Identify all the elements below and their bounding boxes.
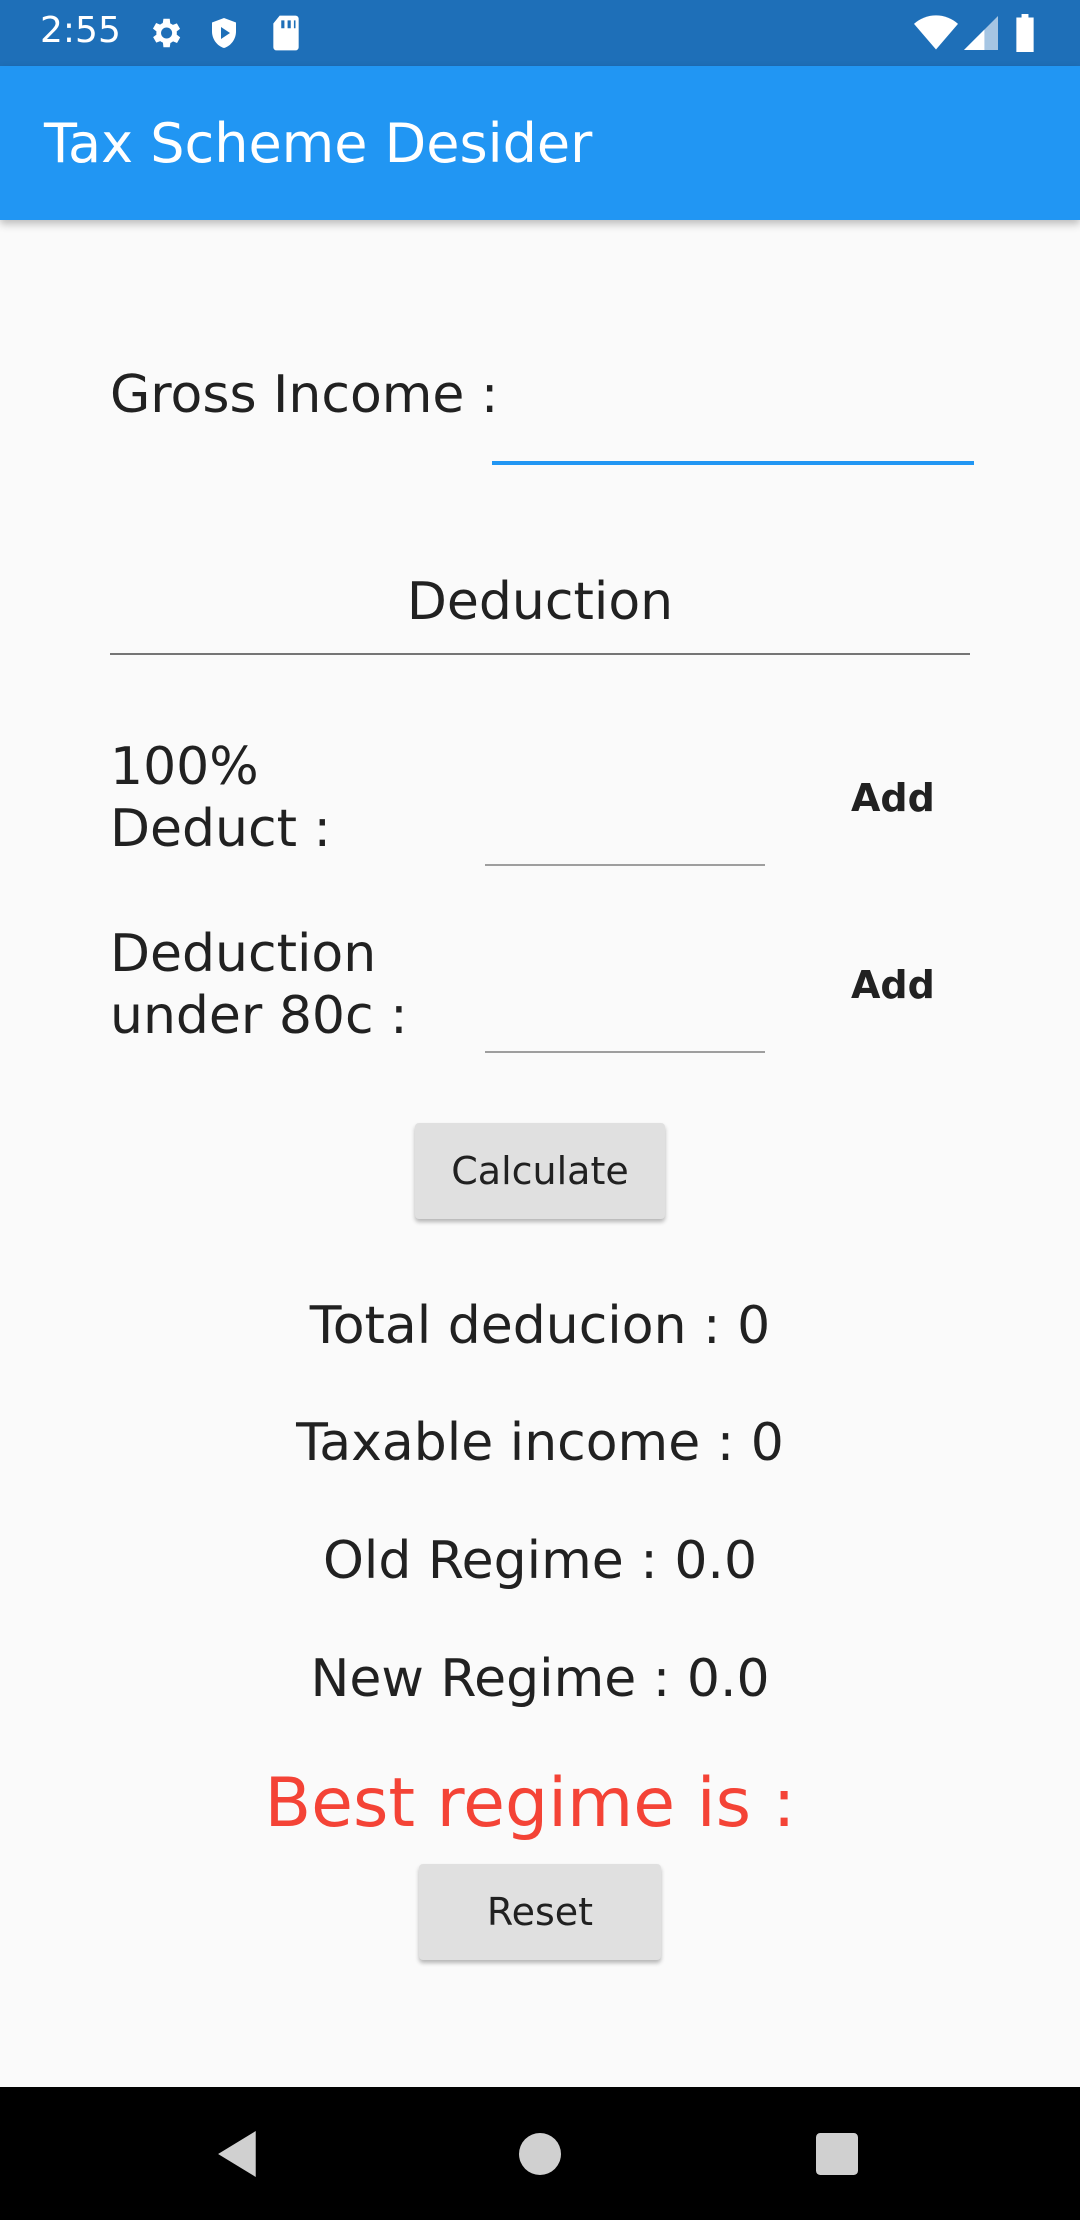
deduct100-input[interactable] (485, 796, 765, 866)
deduct100-label-line2: Deduct : (110, 799, 332, 859)
app-title: Tax Scheme Desider (44, 112, 593, 175)
status-bar: 2:55 (0, 0, 1080, 66)
calculate-button[interactable]: Calculate (415, 1123, 665, 1219)
navigation-bar (0, 2087, 1080, 2220)
status-time: 2:55 (40, 10, 121, 51)
recents-icon[interactable] (816, 2133, 858, 2180)
deduct100-label: 100% Deduct : (110, 736, 331, 860)
deduct100-add-button[interactable]: Add (851, 776, 935, 820)
reset-button[interactable]: Reset (419, 1864, 661, 1960)
app-bar: Tax Scheme Desider (0, 66, 1080, 220)
new-regime-text: New Regime : 0.0 (310, 1649, 770, 1709)
deduct80c-label-line1: Deduction (110, 924, 377, 984)
gear-icon (146, 14, 184, 57)
best-regime-text: Best regime is : (264, 1764, 796, 1843)
deduct80c-label-line2: under 80c : (110, 986, 408, 1046)
battery-icon (1014, 14, 1036, 57)
deduct80c-label: Deduction under 80c : (110, 923, 408, 1047)
back-icon[interactable] (218, 2131, 260, 2182)
gross-income-input[interactable] (492, 375, 974, 465)
deduction-divider (110, 653, 970, 655)
signal-icon (964, 14, 998, 57)
home-icon[interactable] (519, 2133, 561, 2180)
old-regime-text: Old Regime : 0.0 (322, 1531, 758, 1591)
deduct80c-input[interactable] (485, 983, 765, 1053)
gross-income-label: Gross Income : (110, 365, 499, 425)
deduct80c-add-button[interactable]: Add (851, 963, 935, 1007)
shield-icon (206, 14, 242, 57)
total-deduction-text: Total deducion : 0 (309, 1296, 771, 1356)
taxable-income-text: Taxable income : 0 (296, 1413, 784, 1473)
sd-card-icon (270, 14, 302, 57)
wifi-icon (914, 14, 958, 57)
deduction-heading: Deduction (406, 572, 674, 632)
deduct100-label-line1: 100% (110, 737, 259, 797)
